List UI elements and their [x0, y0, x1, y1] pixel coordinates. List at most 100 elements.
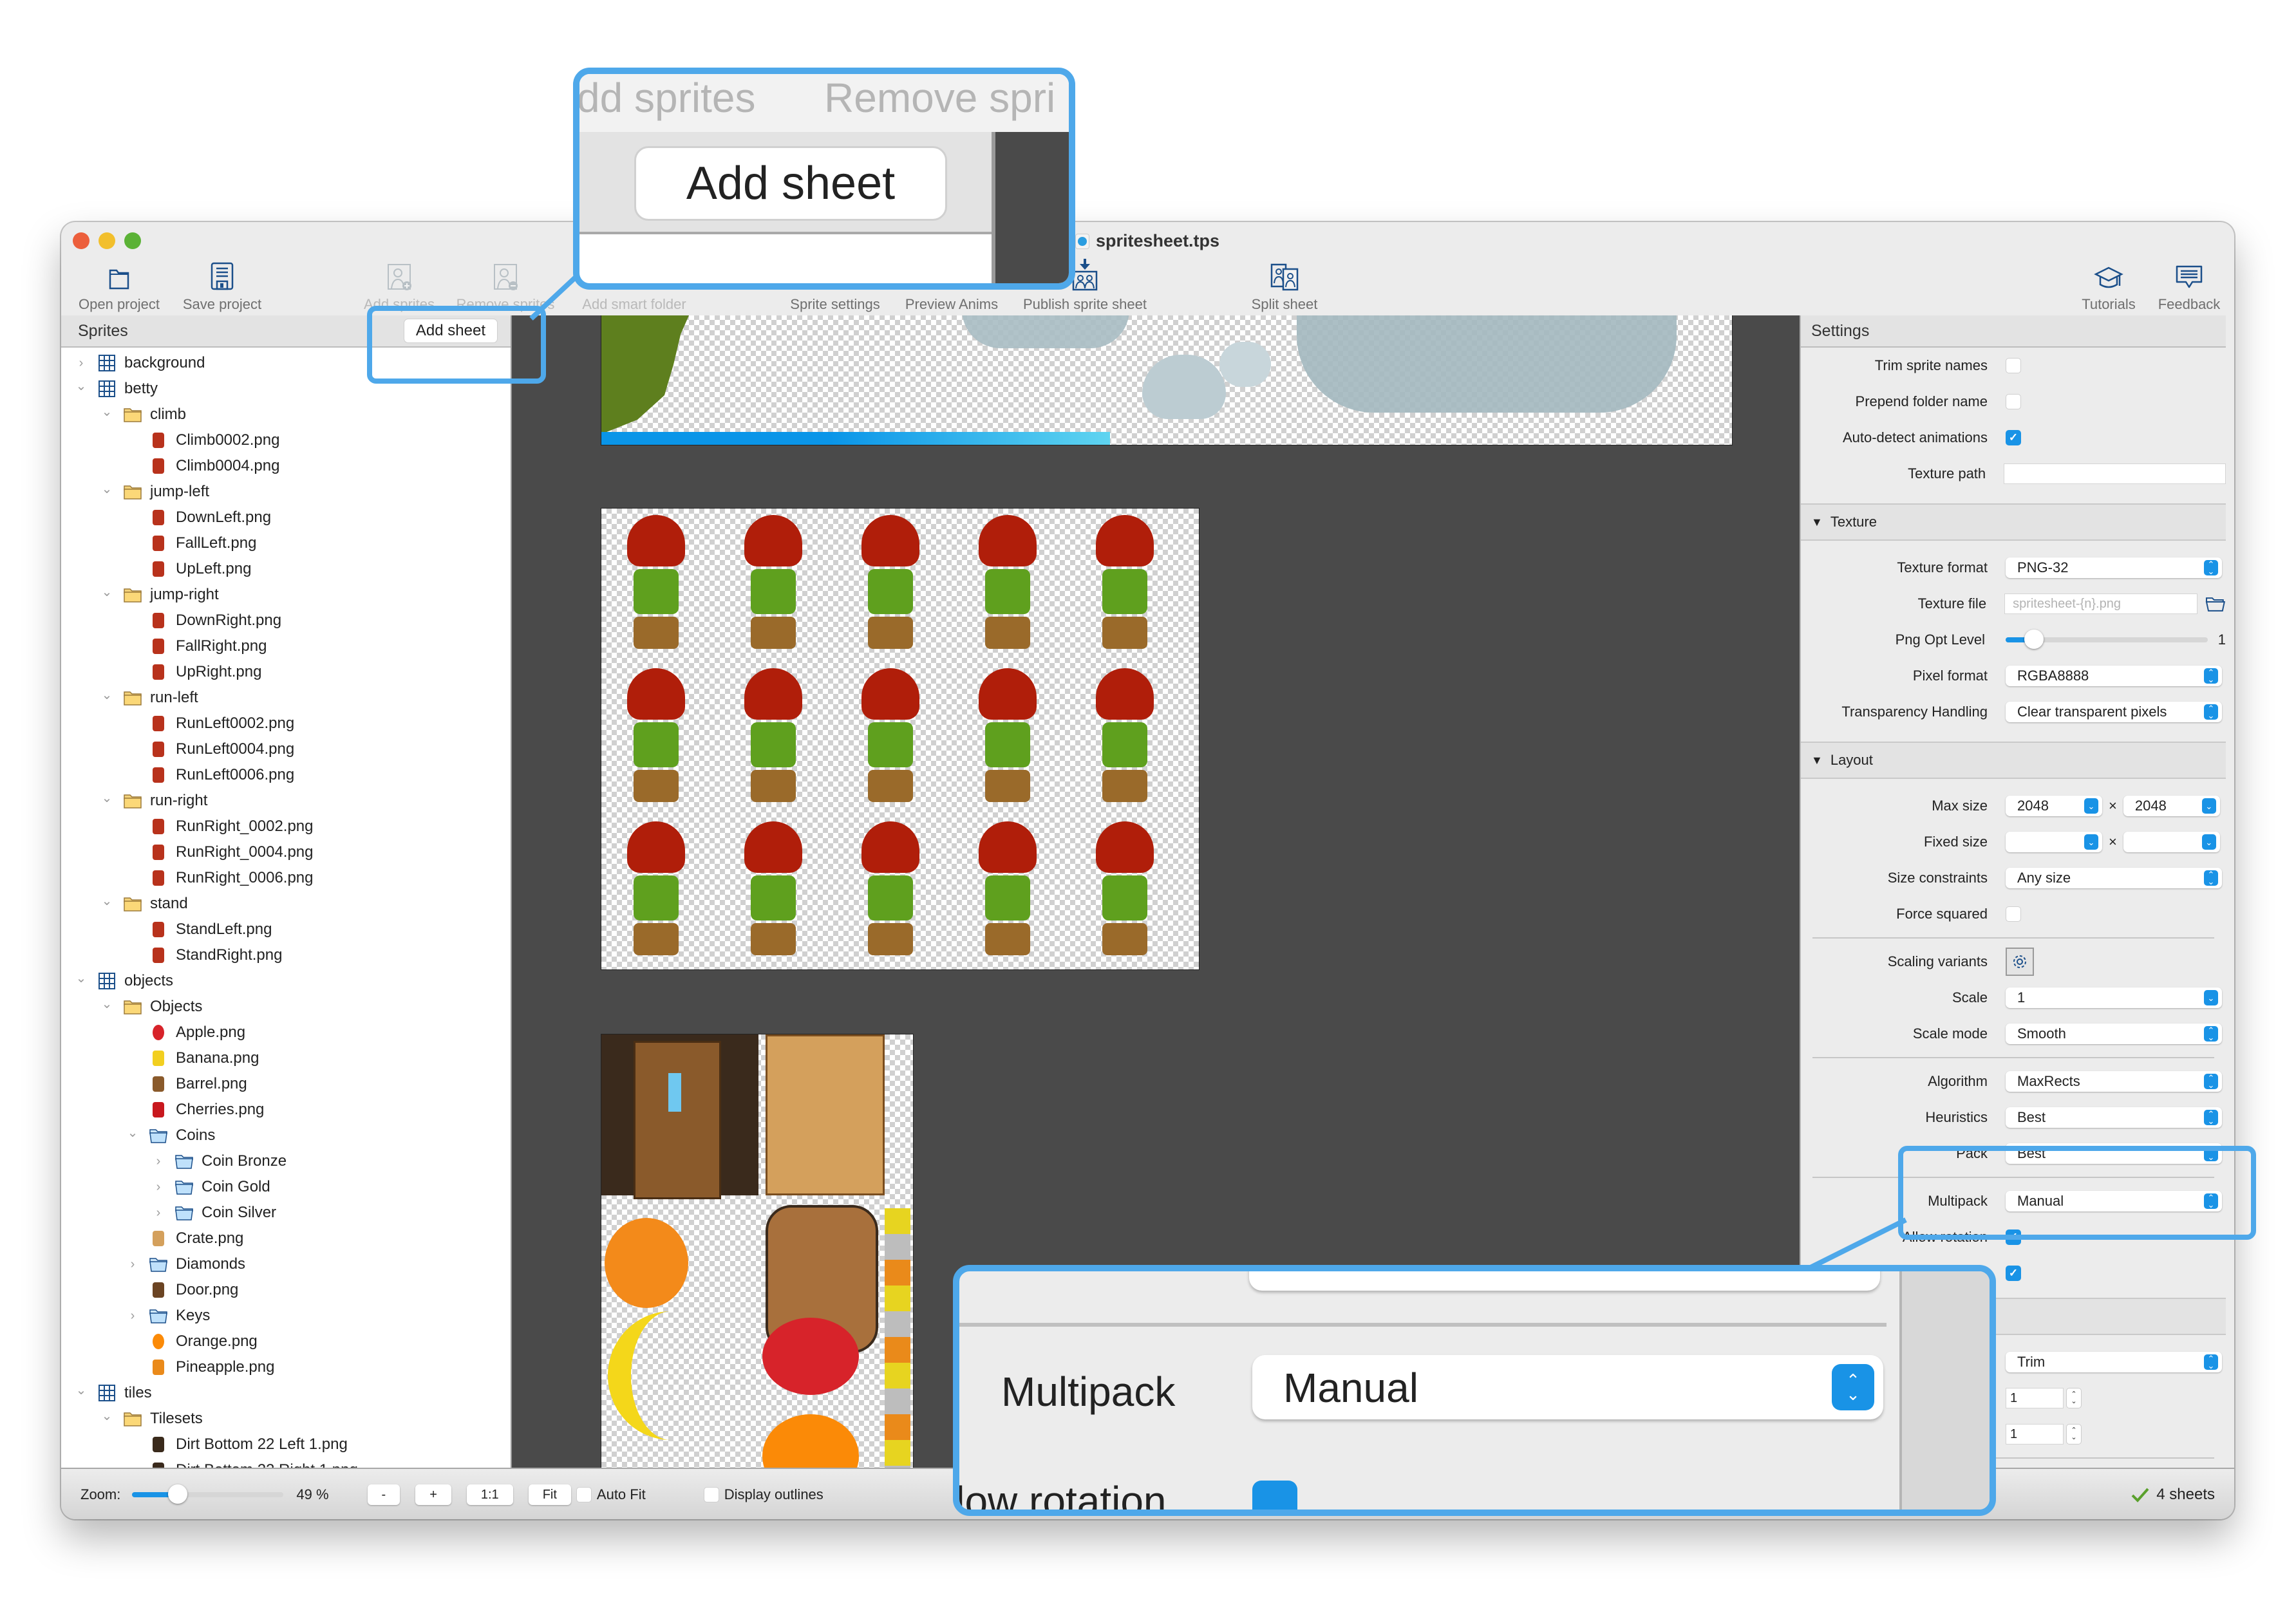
tree-item-sheet[interactable]: ⌄ tiles [61, 1380, 511, 1406]
close-window-button[interactable] [73, 232, 89, 249]
tree-item-folder[interactable]: ⌄ Objects [61, 994, 511, 1020]
scale-mode-select[interactable]: Smooth ⌃ ⌄ [2006, 1024, 2222, 1044]
sprite-tree[interactable]: › background ⌄ betty ⌄ climb Climb0002.png Clim… [61, 348, 511, 1483]
layout-section-header[interactable]: ▼ Layout [1801, 742, 2226, 779]
chevron-down-icon[interactable]: ⌄ [74, 379, 88, 393]
chevron-right-icon[interactable]: › [126, 1257, 140, 1271]
zoom-in-button[interactable]: + [415, 1484, 451, 1505]
tree-item-sprite[interactable]: Orange.png [61, 1329, 511, 1354]
tree-item-sprite[interactable]: UpRight.png [61, 659, 511, 685]
save-project-button[interactable]: Save project [151, 257, 293, 313]
tree-item-folder[interactable]: ⌄ run-left [61, 685, 511, 711]
tree-item-sprite[interactable]: Apple.png [61, 1020, 511, 1045]
algorithm-select[interactable]: MaxRects ⌃ ⌄ [2006, 1071, 2222, 1092]
force-squared-checkbox[interactable] [2006, 906, 2021, 922]
tree-item-sprite[interactable]: Climb0004.png [61, 453, 511, 479]
split-sheet-button[interactable]: Split sheet [1214, 257, 1355, 313]
stepper-icon[interactable]: ⌃ ⌄ [2066, 1388, 2082, 1408]
tree-item-smartfolder[interactable]: ⌄ Coins [61, 1123, 511, 1148]
tree-item-sprite[interactable]: FallRight.png [61, 633, 511, 659]
tree-item-sprite[interactable]: RunLeft0004.png [61, 736, 511, 762]
chevron-down-icon[interactable]: ⌄ [100, 1408, 114, 1423]
chevron-down-icon[interactable]: ⌄ [74, 1383, 88, 1398]
chevron-down-icon[interactable]: ⌄ [100, 893, 114, 908]
tree-item-smartfolder[interactable]: › Diamonds [61, 1251, 511, 1277]
pixel-format-select[interactable]: RGBA8888 ⌃ ⌄ [2006, 666, 2222, 686]
tree-item-folder[interactable]: ⌄ run-right [61, 788, 511, 814]
texture-section-header[interactable]: ▼ Texture [1801, 503, 2226, 541]
chevron-down-icon[interactable]: ⌄ [100, 404, 114, 419]
tree-item-sheet[interactable]: ⌄ objects [61, 968, 511, 994]
chevron-right-icon[interactable]: › [151, 1180, 165, 1194]
tree-item-smartfolder[interactable]: › Coin Gold [61, 1174, 511, 1200]
tree-item-sprite[interactable]: UpLeft.png [61, 556, 511, 582]
tree-item-sprite[interactable]: Barrel.png [61, 1071, 511, 1097]
chevron-down-icon[interactable]: ⌄ [100, 481, 114, 496]
zoom-out-button[interactable]: - [367, 1484, 400, 1505]
tree-item-sprite[interactable]: RunRight_0002.png [61, 814, 511, 839]
trim-mode-select[interactable]: Trim ⌃ ⌄ [2006, 1352, 2222, 1372]
trim-sprite-names-checkbox[interactable] [2006, 358, 2021, 373]
chevron-down-icon[interactable]: ⌄ [100, 790, 114, 805]
png-opt-level-slider[interactable] [2006, 630, 2208, 649]
chevron-right-icon[interactable]: › [151, 1154, 165, 1168]
tree-item-folder[interactable]: ⌄ jump-right [61, 582, 511, 608]
number-input[interactable]: 1 [2006, 1424, 2064, 1444]
texture-file-input[interactable]: spritesheet-{n}.png [2004, 594, 2198, 614]
zoom-slider[interactable] [132, 1484, 284, 1504]
stepper-icon[interactable]: ⌃ ⌄ [2066, 1424, 2082, 1444]
tree-item-folder[interactable]: ⌄ stand [61, 891, 511, 917]
tree-item-sprite[interactable]: Crate.png [61, 1226, 511, 1251]
tree-item-sprite[interactable]: Banana.png [61, 1045, 511, 1071]
tree-item-smartfolder[interactable]: › Coin Bronze [61, 1148, 511, 1174]
tree-item-sprite[interactable]: RunRight_0006.png [61, 865, 511, 891]
fixed-size-width-combo[interactable]: ⌄ [2006, 832, 2102, 852]
tree-item-folder[interactable]: ⌄ Tilesets [61, 1406, 511, 1432]
tree-item-sprite[interactable]: DownRight.png [61, 608, 511, 633]
fixed-size-height-combo[interactable]: ⌄ [2123, 832, 2220, 852]
tree-item-sprite[interactable]: Pineapple.png [61, 1354, 511, 1380]
chevron-down-icon[interactable]: ⌄ [74, 971, 88, 986]
tree-item-sprite[interactable]: RunLeft0006.png [61, 762, 511, 788]
auto-detect-animations-checkbox[interactable]: ✓ [2006, 430, 2021, 445]
chevron-right-icon[interactable]: › [151, 1206, 165, 1220]
tree-item-sprite[interactable]: RunRight_0004.png [61, 839, 511, 865]
tree-item-smartfolder[interactable]: › Keys [61, 1303, 511, 1329]
size-constraints-select[interactable]: Any size ⌃ ⌄ [2006, 868, 2222, 888]
scaling-variants-button[interactable] [2006, 948, 2034, 976]
number-input[interactable]: 1 [2006, 1388, 2064, 1408]
chevron-right-icon[interactable]: › [74, 356, 88, 370]
max-size-width-combo[interactable]: 2048 ⌄ [2006, 796, 2102, 816]
tree-item-sprite[interactable]: Climb0002.png [61, 427, 511, 453]
tree-item-folder[interactable]: ⌄ jump-left [61, 479, 511, 505]
scale-combo[interactable]: 1 ⌄ [2006, 987, 2222, 1008]
slider-knob[interactable] [2024, 630, 2044, 649]
tree-item-sprite[interactable]: Dirt Bottom 22 Left 1.png [61, 1432, 511, 1457]
tree-item-smartfolder[interactable]: › Coin Silver [61, 1200, 511, 1226]
slider-knob[interactable] [167, 1484, 187, 1504]
minimize-window-button[interactable] [99, 232, 115, 249]
auto-fit-checkbox[interactable] [576, 1487, 592, 1502]
fit-button[interactable]: Fit [528, 1484, 571, 1505]
tree-item-sprite[interactable]: FallLeft.png [61, 530, 511, 556]
chevron-down-icon[interactable]: ⌄ [126, 1125, 140, 1140]
feedback-button[interactable]: Feedback [2118, 257, 2234, 313]
tree-item-sprite[interactable]: RunLeft0002.png [61, 711, 511, 736]
zoom-window-button[interactable] [124, 232, 141, 249]
texture-format-select[interactable]: PNG-32 ⌃ ⌄ [2006, 557, 2222, 578]
chevron-down-icon[interactable]: ⌄ [100, 687, 114, 702]
detect-identical-checkbox[interactable]: ✓ [2006, 1266, 2021, 1281]
prepend-folder-name-checkbox[interactable] [2006, 394, 2021, 409]
heuristics-select[interactable]: Best ⌃ ⌄ [2006, 1107, 2222, 1128]
tree-item-sprite[interactable]: StandLeft.png [61, 917, 511, 942]
tree-item-folder[interactable]: ⌄ climb [61, 402, 511, 427]
actual-size-button[interactable]: 1:1 [466, 1484, 513, 1505]
transparency-handling-select[interactable]: Clear transparent pixels ⌃ ⌄ [2006, 702, 2222, 722]
chevron-right-icon[interactable]: › [126, 1309, 140, 1323]
texture-path-input[interactable] [2004, 463, 2226, 484]
tree-item-sprite[interactable]: StandRight.png [61, 942, 511, 968]
max-size-height-combo[interactable]: 2048 ⌄ [2123, 796, 2220, 816]
browse-folder-icon[interactable] [2205, 595, 2226, 612]
chevron-down-icon[interactable]: ⌄ [100, 996, 114, 1011]
tree-item-sprite[interactable]: Door.png [61, 1277, 511, 1303]
